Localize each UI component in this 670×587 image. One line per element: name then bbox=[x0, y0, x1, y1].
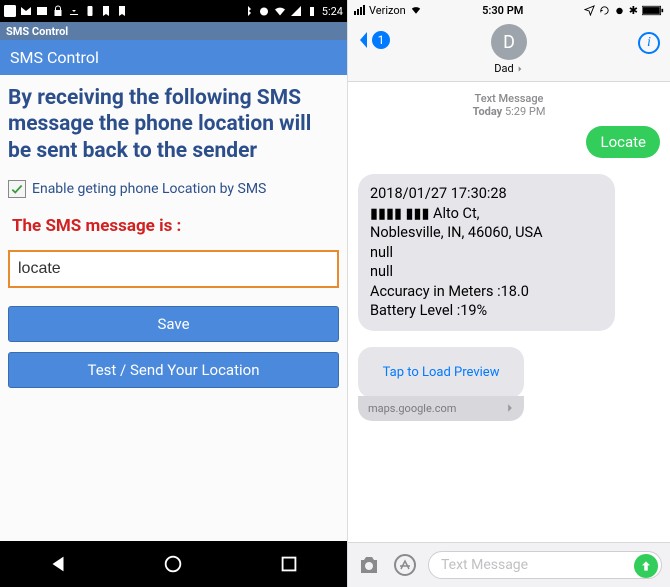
info-button[interactable]: i bbox=[638, 32, 660, 54]
android-status-bar: 5:24 bbox=[0, 0, 347, 22]
test-send-button[interactable]: Test / Send Your Location bbox=[8, 352, 339, 388]
status-right: ✱ bbox=[584, 4, 664, 17]
back-button[interactable]: 1 bbox=[356, 30, 390, 50]
messages-header: 1 D Dad i bbox=[348, 20, 670, 82]
title-bar: SMS Control bbox=[0, 40, 347, 75]
status-time: 5:24 bbox=[322, 5, 343, 18]
screen-title: SMS Control bbox=[10, 48, 99, 67]
android-content: By receiving the following SMS message t… bbox=[0, 75, 347, 541]
text-field-wrap: Text Message bbox=[428, 551, 662, 579]
messages-area[interactable]: Text Message Today 5:29 PM Locate 2018/0… bbox=[348, 82, 670, 542]
alarm-icon bbox=[258, 5, 270, 17]
app-bar: SMS Control bbox=[0, 22, 347, 40]
chevron-left-icon bbox=[356, 30, 370, 50]
app-bar-title: SMS Control bbox=[6, 25, 68, 38]
back-nav-icon[interactable] bbox=[47, 553, 69, 575]
phone-icon bbox=[84, 5, 96, 17]
image-icon bbox=[36, 5, 48, 17]
contact-avatar[interactable]: D bbox=[491, 24, 527, 60]
message-timestamp: Text Message Today 5:29 PM bbox=[358, 92, 660, 118]
android-screen: 5:24 SMS Control SMS Control By receivin… bbox=[0, 0, 348, 587]
checkbox-icon[interactable] bbox=[8, 180, 26, 198]
download-icon bbox=[68, 5, 80, 17]
signal-icon bbox=[290, 5, 302, 17]
link-domain-row[interactable]: maps.google.com bbox=[358, 396, 524, 421]
home-nav-icon[interactable] bbox=[162, 553, 184, 575]
save-button[interactable]: Save bbox=[8, 306, 339, 342]
bookmark-icon bbox=[100, 5, 112, 17]
link-domain: maps.google.com bbox=[368, 402, 456, 415]
rotation-lock-icon bbox=[599, 5, 610, 16]
wifi-icon bbox=[410, 5, 422, 15]
message-input[interactable]: Text Message bbox=[428, 551, 662, 579]
status-time: 5:30 PM bbox=[482, 4, 523, 17]
camera-icon[interactable] bbox=[356, 553, 382, 577]
status-left: Verizon bbox=[354, 4, 422, 17]
chevron-right-icon bbox=[506, 403, 514, 413]
arrow-up-icon bbox=[639, 559, 653, 573]
wifi-icon bbox=[274, 5, 286, 17]
input-placeholder: Text Message bbox=[441, 557, 528, 573]
bluetooth-icon bbox=[242, 5, 254, 17]
enable-sms-checkbox-row[interactable]: Enable geting phone Location by SMS bbox=[8, 180, 339, 198]
signal-icon bbox=[354, 5, 365, 15]
lock-icon bbox=[52, 5, 64, 17]
battery-icon bbox=[642, 5, 664, 16]
outgoing-message[interactable]: Locate bbox=[586, 126, 660, 158]
ios-screen: Verizon 5:30 PM ✱ 1 D Dad i Text Message… bbox=[348, 0, 670, 587]
contact-name-row[interactable]: Dad bbox=[358, 62, 660, 75]
sms-keyword-input[interactable] bbox=[8, 250, 339, 288]
back-badge: 1 bbox=[372, 31, 390, 49]
checkbox-label: Enable geting phone Location by SMS bbox=[32, 181, 266, 197]
message-type-label: Text Message bbox=[358, 92, 660, 105]
contact-name: Dad bbox=[494, 62, 513, 75]
status-right-icons: 5:24 bbox=[242, 5, 343, 18]
location-icon bbox=[584, 5, 595, 16]
link-preview[interactable]: Tap to Load Preview bbox=[358, 347, 524, 398]
bookmark-icon-2 bbox=[116, 5, 128, 17]
send-button[interactable] bbox=[634, 554, 658, 578]
headline-text: By receiving the following SMS message t… bbox=[8, 85, 339, 164]
carrier-label: Verizon bbox=[369, 4, 406, 17]
incoming-message[interactable]: 2018/01/27 17:30:28 ▮▮▮▮ ▮▮▮ Alto Ct, No… bbox=[358, 174, 615, 331]
mail-icon bbox=[20, 5, 32, 17]
sms-message-label: The SMS message is : bbox=[12, 216, 339, 236]
status-left-icons bbox=[4, 5, 128, 17]
meta-day: Today bbox=[473, 105, 503, 118]
message-input-bar: Text Message bbox=[348, 542, 670, 587]
appstore-icon[interactable] bbox=[392, 553, 418, 577]
recent-nav-icon[interactable] bbox=[278, 553, 300, 575]
ios-status-bar: Verizon 5:30 PM ✱ bbox=[348, 0, 670, 20]
android-nav-bar bbox=[0, 541, 347, 587]
facebook-icon bbox=[4, 5, 16, 17]
battery-icon bbox=[306, 5, 318, 17]
meta-time: 5:29 PM bbox=[505, 105, 545, 118]
checkmark-icon bbox=[10, 182, 24, 196]
bluetooth-icon: ✱ bbox=[629, 4, 638, 17]
chevron-right-icon bbox=[516, 65, 524, 73]
alarm-icon bbox=[614, 5, 625, 16]
